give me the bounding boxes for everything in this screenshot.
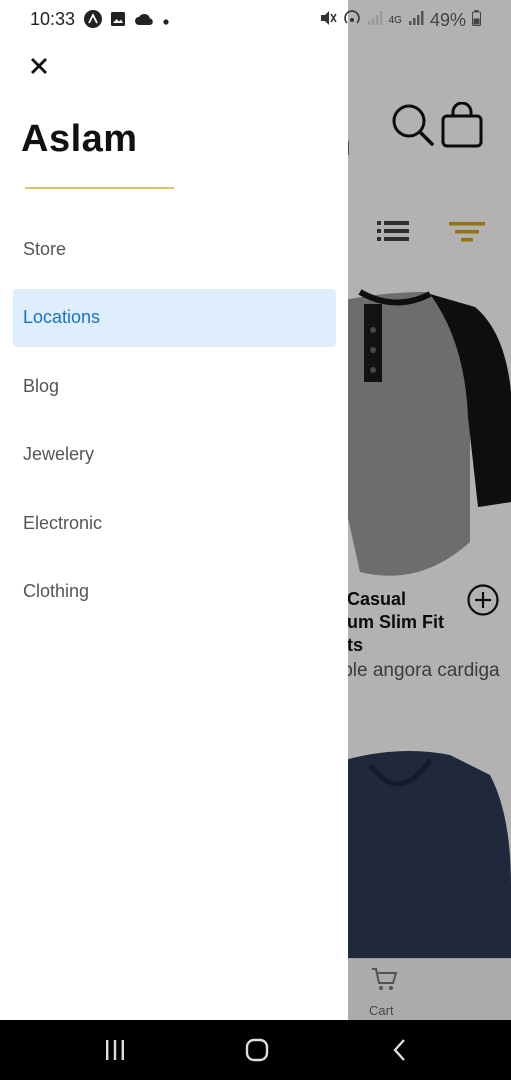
menu-item-jewelery[interactable]: Jewelery (13, 426, 336, 484)
dot-icon (162, 13, 170, 31)
home-icon[interactable] (245, 1038, 269, 1067)
title-underline (25, 187, 174, 189)
menu-item-label: Blog (23, 375, 60, 396)
status-time: 10:33 (30, 9, 76, 29)
menu-item-electronic[interactable]: Electronic (13, 494, 336, 552)
system-navigation-bar (0, 1020, 511, 1080)
menu-item-label: Locations (23, 307, 101, 327)
mute-icon (319, 9, 337, 32)
network-type-label: 4G (388, 14, 402, 26)
signal-icon (367, 10, 383, 31)
close-icon[interactable] (26, 52, 54, 80)
navigation-drawer: Aslam Store Locations Blog Jewelery Elec… (0, 0, 348, 1020)
alert-a-icon (84, 10, 102, 33)
battery-percent: 49% (429, 10, 466, 30)
hotspot-icon (343, 9, 361, 32)
drawer-menu: Store Locations Blog Jewelery Electronic… (13, 220, 336, 631)
menu-item-clothing[interactable]: Clothing (13, 563, 336, 621)
back-icon[interactable] (392, 1038, 408, 1067)
image-icon (110, 11, 126, 32)
battery-icon (472, 10, 481, 31)
drawer-title: Aslam (21, 118, 138, 160)
status-notification-icons (84, 10, 170, 33)
status-system-icons: 4G 49% (319, 9, 481, 32)
menu-item-label: Jewelery (23, 444, 95, 464)
recents-icon[interactable] (104, 1040, 126, 1065)
menu-item-store[interactable]: Store (13, 220, 336, 278)
menu-item-label: Electronic (23, 512, 103, 533)
menu-item-locations[interactable]: Locations (13, 288, 336, 347)
menu-item-blog[interactable]: Blog (13, 357, 336, 415)
lte-signal-icon (408, 10, 424, 31)
menu-item-label: Clothing (23, 581, 90, 601)
menu-item-label: Store (23, 238, 67, 259)
cloud-icon (134, 12, 154, 31)
status-bar: 10:33 4G 49% (0, 0, 511, 38)
